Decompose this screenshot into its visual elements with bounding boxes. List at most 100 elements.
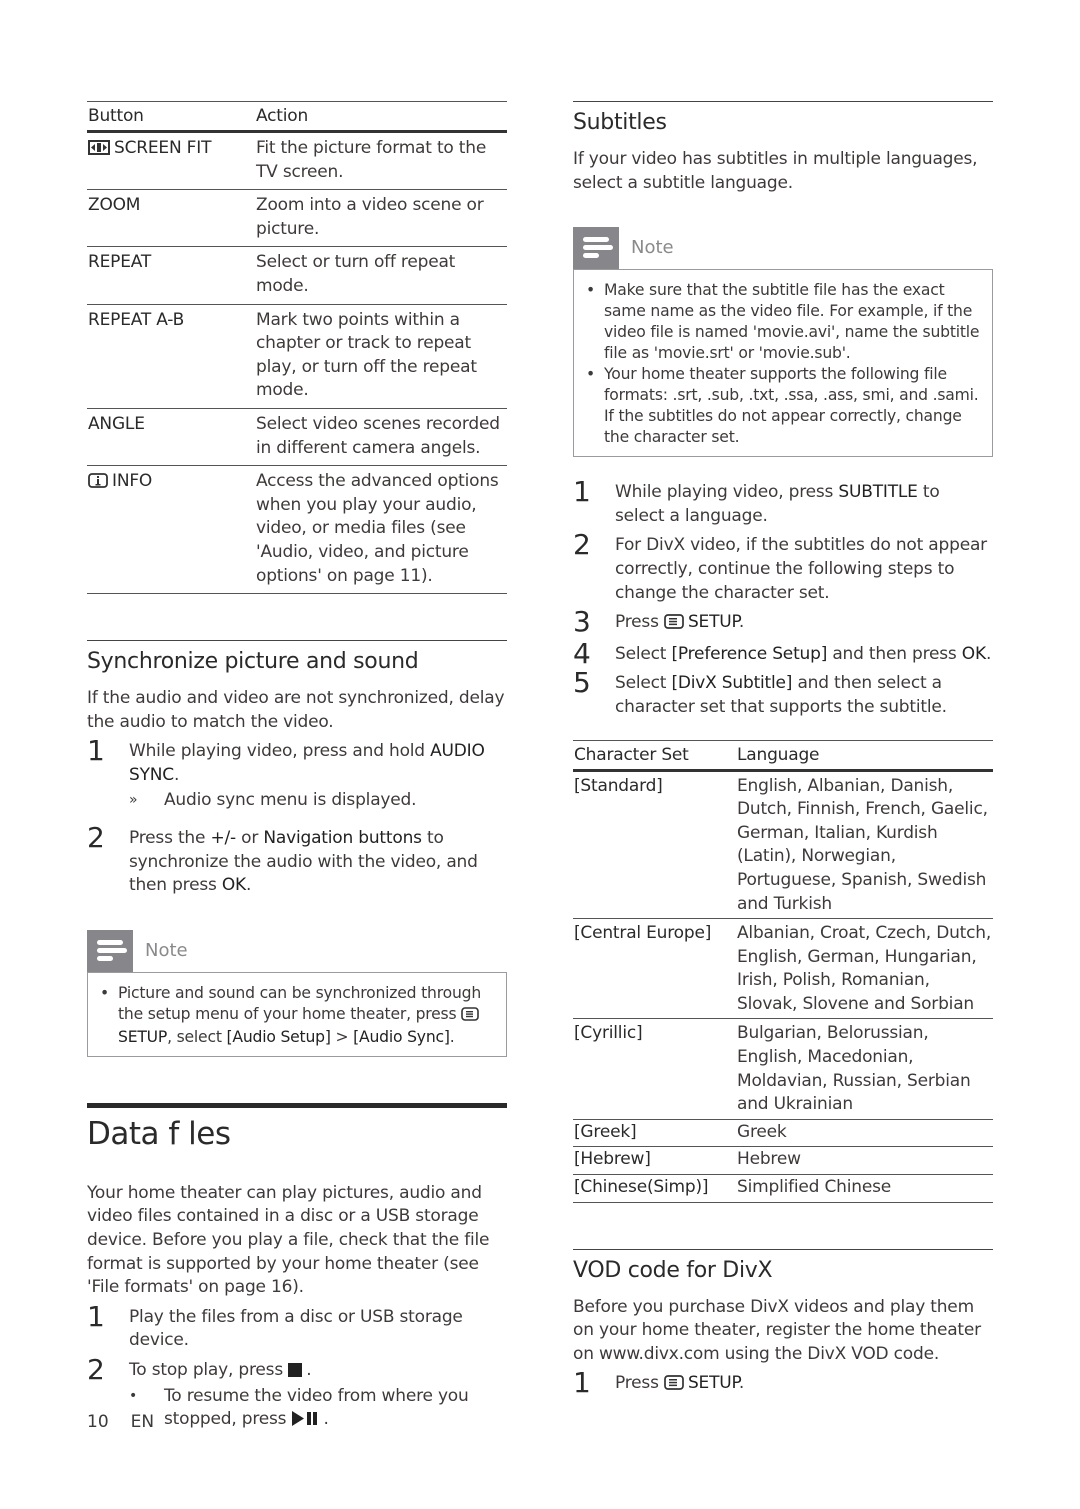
charset-cell: [Hebrew] — [573, 1146, 736, 1176]
note-text: , select — [167, 1027, 227, 1046]
step-text: For DivX video, if the subtitles do not … — [615, 535, 987, 603]
action-cell: Fit the picture format to the TV screen. — [255, 131, 507, 191]
action-cell: Select or turn off repeat mode. — [255, 246, 507, 305]
key-navigation: Navigation buttons — [263, 828, 422, 849]
section-divider — [573, 101, 993, 102]
note-icon — [573, 227, 619, 270]
button-name: SCREEN FIT — [114, 138, 212, 158]
table-row: [Central Europe] Albanian, Croat, Czech,… — [573, 918, 993, 1020]
note-label: Note — [631, 237, 674, 259]
language-code: EN — [130, 1412, 155, 1432]
section-title-subtitles: Subtitles — [573, 110, 667, 135]
column-header-language: Language — [736, 740, 993, 772]
language-cell: Bulgarian, Belorussian, English, Macedon… — [736, 1018, 993, 1120]
setup-icon — [461, 1006, 479, 1027]
table-header-row: Button Action — [87, 101, 507, 133]
step-text: Play the files from a disc or USB storag… — [129, 1306, 463, 1351]
step-text: . — [306, 1360, 312, 1380]
table-row: [Greek] Greek — [573, 1119, 993, 1148]
table-row: ZOOM Zoom into a video scene or picture. — [87, 189, 507, 248]
setup-icon — [664, 613, 684, 637]
page-footer: 10 EN — [87, 1412, 176, 1432]
note-subtitles: Note Make sure that the subtitle file ha… — [573, 227, 993, 458]
step-text: While playing video, press — [615, 482, 839, 503]
charset-cell: [Chinese(Simp)] — [573, 1174, 736, 1203]
language-cell: Hebrew — [736, 1146, 993, 1176]
table-row: INFO Access the advanced options when yo… — [87, 465, 507, 595]
step-text: Select — [615, 643, 672, 664]
subtitles-intro: If your video has subtitles in multiple … — [573, 149, 978, 193]
step-text: While playing video, press and hold — [129, 741, 431, 762]
table-row: REPEAT Select or turn off repeat mode. — [87, 246, 507, 305]
play-pause-icon — [291, 1410, 320, 1434]
step-text: or — [235, 828, 264, 849]
step-text: . — [246, 875, 252, 896]
column-header-button: Button — [87, 101, 255, 133]
charset-cell: [Cyrillic] — [573, 1018, 736, 1120]
section-divider — [87, 640, 507, 642]
language-cell: Albanian, Croat, Czech, Dutch, English, … — [736, 918, 993, 1020]
step-text: . — [738, 612, 745, 633]
menu-divx-subtitle: [DivX Subtitle] — [671, 673, 793, 694]
bullet-marker: • — [129, 1387, 138, 1404]
menu-audio-setup: [Audio Setup] — [226, 1027, 331, 1046]
action-cell: Select video scenes recorded in differen… — [255, 408, 507, 467]
column-header-action: Action — [255, 101, 507, 133]
left-column: Button Action SCREEN FIT Fit the picture… — [87, 101, 507, 1434]
result-text: Audio sync menu is displayed. — [164, 790, 417, 811]
action-cell: Mark two points within a chapter or trac… — [255, 304, 507, 409]
step-number: 5 — [573, 666, 591, 700]
sync-intro: If the audio and video are not synchroni… — [87, 688, 505, 732]
button-cell: ANGLE — [87, 408, 255, 467]
action-cell: Access the advanced options when you pla… — [255, 465, 507, 595]
note-body: Make sure that the subtitle file has the… — [573, 269, 993, 458]
step-number: 1 — [87, 734, 105, 768]
subtitle-step-5: 5 Select [DivX Subtitle] and then select… — [573, 668, 993, 719]
step-number: 4 — [573, 636, 591, 670]
right-column: Subtitles If your video has subtitles in… — [573, 101, 993, 1398]
step-number: 3 — [573, 605, 591, 639]
charset-cell: [Central Europe] — [573, 918, 736, 1020]
key-setup: SETUP — [687, 1373, 739, 1394]
subtitle-step-3: 3 Press SETUP. — [573, 607, 993, 637]
key-setup: SETUP — [687, 612, 739, 633]
key-setup: SETUP — [118, 1027, 168, 1046]
note-text: Picture and sound can be synchronized th… — [118, 983, 482, 1023]
note-text: . — [449, 1027, 455, 1046]
menu-audio-sync: [Audio Sync] — [353, 1027, 450, 1046]
step-text: Press — [615, 1373, 664, 1394]
note-header: Note — [87, 929, 507, 972]
table-header-row: Character Set Language — [573, 740, 993, 772]
step-text: Press the — [129, 828, 211, 849]
note-bullet: Make sure that the subtitle file has the… — [586, 280, 984, 364]
sync-step-1: 1 While playing video, press and hold AU… — [87, 736, 507, 813]
column-header-character-set: Character Set — [573, 740, 736, 772]
substep-text: . — [323, 1409, 329, 1430]
key-plus-minus: +/- — [210, 828, 236, 849]
menu-preference-setup: [Preference Setup] — [671, 643, 828, 664]
note-bullet: Your home theater supports the following… — [586, 364, 984, 448]
step-number: 2 — [573, 528, 591, 562]
data-files-intro: Your home theater can play pictures, aud… — [87, 1182, 490, 1298]
vod-step-1: 1 Press SETUP. — [573, 1368, 993, 1398]
note-text: > — [330, 1027, 354, 1046]
sync-step-2: 2 Press the +/- or Navigation buttons to… — [87, 823, 507, 898]
note-label: Note — [145, 939, 188, 961]
info-icon — [88, 472, 108, 496]
table-row: [Cyrillic] Bulgarian, Belorussian, Engli… — [573, 1018, 993, 1120]
table-row: [Hebrew] Hebrew — [573, 1146, 993, 1176]
step-text: and then press — [827, 643, 962, 664]
step-text: . — [173, 764, 180, 785]
button-cell: REPEAT A-B — [87, 304, 255, 409]
table-row: [Chinese(Simp)] Simplified Chinese — [573, 1174, 993, 1203]
step-number: 1 — [87, 1299, 105, 1333]
table-row: SCREEN FIT Fit the picture format to the… — [87, 131, 507, 191]
table-row: [Standard] English, Albanian, Danish, Du… — [573, 770, 993, 920]
note-icon — [87, 929, 133, 972]
step-substep: • To resume the video from where you sto… — [129, 1385, 507, 1434]
result-marker: » — [129, 792, 138, 809]
button-cell: INFO — [87, 465, 255, 595]
table-row: REPEAT A-B Mark two points within a chap… — [87, 304, 507, 409]
action-cell: Zoom into a video scene or picture. — [255, 189, 507, 248]
note-header: Note — [573, 227, 993, 270]
